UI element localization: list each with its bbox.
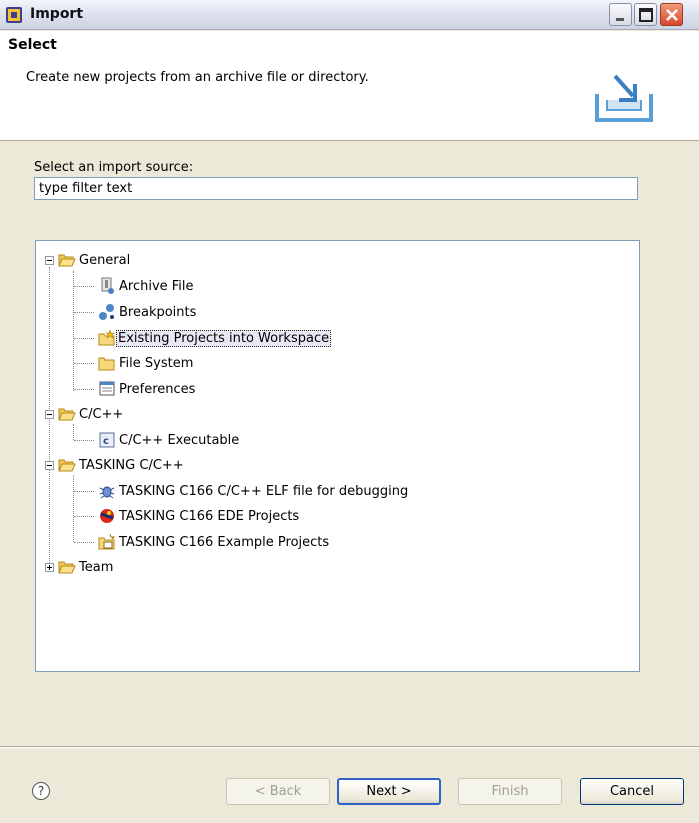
tree-item-tasking-example[interactable]: TASKING C166 Example Projects [36,532,636,554]
tree-item-label: C/C++ [79,407,124,422]
tree-item-archive-file[interactable]: Archive File [36,276,636,298]
tree-item-label: TASKING C166 C/C++ ELF file for debuggin… [119,484,409,499]
archive-file-icon [101,277,114,294]
tree-item-label: Existing Projects into Workspace [116,330,332,347]
app-icon [6,7,22,23]
folder-icon [98,357,115,371]
tree-item-preferences[interactable]: Preferences [36,379,636,401]
import-source-tree[interactable]: General Archive File Breakpoints Existin… [35,240,640,672]
tree-item-label: C/C++ Executable [119,433,240,448]
folder-open-icon [58,459,76,472]
tree-item-label: TASKING C166 EDE Projects [119,509,300,524]
tree-item-file-system[interactable]: File System [36,353,636,375]
folder-open-icon [58,561,76,574]
svg-text:c: c [103,436,109,447]
import-wizard-icon [595,74,653,122]
finish-button[interactable]: Finish [458,778,562,805]
tree-item-tasking-cpp[interactable]: TASKING C/C++ [36,455,636,477]
maximize-button[interactable] [634,3,657,26]
tree-item-label: Breakpoints [119,305,197,320]
collapse-toggle[interactable] [45,256,54,265]
import-source-label: Select an import source: [34,160,194,175]
ede-projects-icon [100,509,114,523]
close-icon [666,9,678,21]
collapse-toggle[interactable] [45,461,54,470]
folder-open-icon [58,408,76,421]
tree-item-cpp[interactable]: C/C++ [36,404,636,426]
help-icon: ? [37,784,45,798]
c-file-icon: c [99,432,115,448]
tree-item-label: Preferences [119,382,196,397]
tree-item-label: Archive File [119,279,194,294]
tree-item-tasking-ede[interactable]: TASKING C166 EDE Projects [36,506,636,528]
filter-input[interactable] [34,177,638,200]
breakpoints-icon [99,304,114,320]
maximize-icon [639,8,653,22]
cancel-button[interactable]: Cancel [580,778,684,805]
tree-item-label: General [79,253,131,268]
title-bar: Import [0,0,699,30]
expand-toggle[interactable] [45,563,54,572]
tree-item-label: TASKING C/C++ [79,458,184,473]
separator [0,746,699,748]
next-button[interactable]: Next > [337,778,441,805]
tree-item-existing-projects[interactable]: Existing Projects into Workspace [36,328,636,350]
page-title: Select [8,37,57,53]
minimize-icon [616,18,624,21]
tree-item-breakpoints[interactable]: Breakpoints [36,302,636,324]
project-folder-icon [98,329,115,346]
tree-item-team[interactable]: Team [36,557,636,579]
tree-item-cpp-executable[interactable]: c C/C++ Executable [36,430,636,452]
help-button[interactable]: ? [32,782,50,800]
close-button[interactable] [660,3,683,26]
minimize-button[interactable] [609,3,632,26]
page-description: Create new projects from an archive file… [26,70,369,85]
tree-item-label: Team [79,560,114,575]
window-title: Import [30,6,84,22]
collapse-toggle[interactable] [45,410,54,419]
bug-icon [99,486,115,499]
back-button[interactable]: < Back [226,778,330,805]
folder-open-icon [58,254,76,267]
tree-item-tasking-elf[interactable]: TASKING C166 C/C++ ELF file for debuggin… [36,481,636,503]
tree-item-general[interactable]: General [36,250,636,272]
preferences-icon [99,381,115,396]
tree-item-label: TASKING C166 Example Projects [119,535,330,550]
tree-item-label: File System [119,356,194,371]
example-projects-icon [98,533,116,550]
